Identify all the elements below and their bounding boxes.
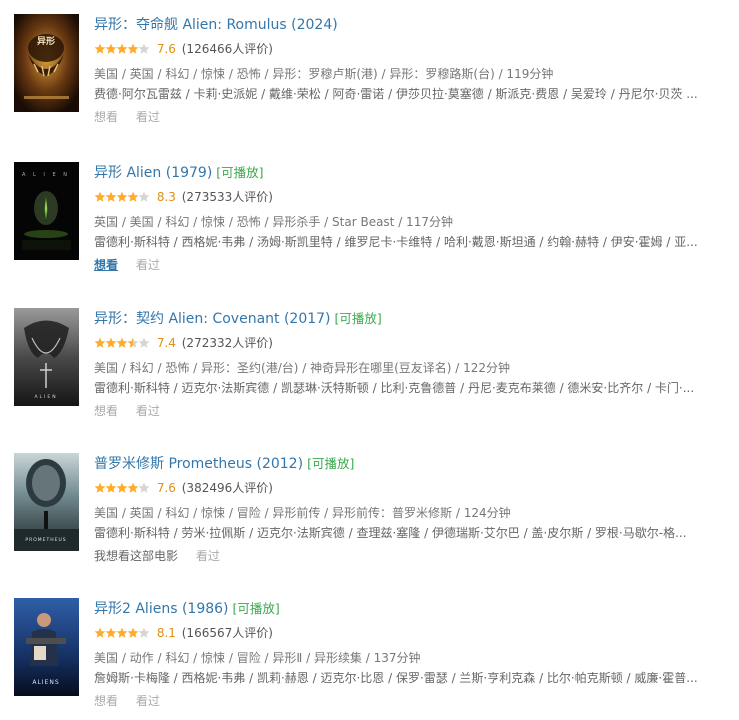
- playable-badge[interactable]: [可播放]: [216, 165, 263, 180]
- movie-meta: 英国 / 美国 / 科幻 / 惊悚 / 恐怖 / 异形杀手 / Star Bea…: [94, 215, 453, 229]
- rating-count: (382496人评价): [181, 481, 273, 495]
- star-icon: [127, 337, 139, 348]
- movie-title[interactable]: 异形：夺命舰 Alien: Romulus (2024): [94, 17, 338, 33]
- watched-button[interactable]: 看过: [136, 110, 160, 124]
- rating: 7.6 (126466人评价): [94, 40, 273, 58]
- star-icon: [127, 43, 139, 54]
- svg-text:PROMETHEUS: PROMETHEUS: [25, 537, 66, 543]
- rating: 7.6 (382496人评价): [94, 479, 273, 497]
- rating-count: (126466人评价): [181, 42, 273, 56]
- rating-score: 7.6: [156, 42, 176, 56]
- rating-stars-icon: [94, 336, 150, 348]
- movie-item-aliens: ALIENS 异形2 Aliens (1986) [可播放] 8.1 (16656…: [14, 598, 734, 718]
- movie-cast: 詹姆斯·卡梅隆 / 西格妮·韦弗 / 凯莉·赫恩 / 迈克尔·比恩 / 保罗·雷…: [94, 671, 698, 685]
- movie-cast: 雷德利·斯科特 / 劳米·拉佩斯 / 迈克尔·法斯宾德 / 查理兹·塞隆 / 伊…: [94, 526, 687, 540]
- rating-stars-icon: [94, 626, 150, 638]
- star-icon: [116, 627, 128, 638]
- rating-stars-icon: [94, 481, 150, 493]
- star-icon: [138, 627, 150, 638]
- star-icon: [94, 337, 106, 348]
- playable-badge[interactable]: [可播放]: [307, 456, 354, 471]
- want-to-watch-button[interactable]: 想看: [94, 258, 118, 272]
- star-icon: [94, 43, 106, 54]
- poster-alien[interactable]: A L I E N: [14, 162, 79, 260]
- rating-score: 7.4: [156, 336, 176, 350]
- rating-stars-icon: [94, 42, 150, 54]
- star-icon: [94, 627, 106, 638]
- want-to-watch-button[interactable]: 我想看这部电影: [94, 549, 178, 563]
- want-to-watch-button[interactable]: 想看: [94, 694, 118, 708]
- rating: 8.1 (166567人评价): [94, 624, 273, 642]
- watched-button[interactable]: 看过: [196, 549, 220, 563]
- movie-meta: 美国 / 科幻 / 恐怖 / 异形：圣约(港/台) / 神奇异形在哪里(豆友译名…: [94, 361, 511, 375]
- movie-cast: 费德·阿尔瓦雷兹 / 卡莉·史派妮 / 戴维·荣松 / 阿奇·雷诺 / 伊莎贝拉…: [94, 87, 698, 101]
- star-icon: [105, 43, 117, 54]
- playable-badge[interactable]: [可播放]: [233, 601, 280, 616]
- movie-meta: 美国 / 英国 / 科幻 / 惊悚 / 恐怖 / 异形：罗穆卢斯(港) / 异形…: [94, 67, 554, 81]
- star-icon: [105, 627, 117, 638]
- movie-meta: 美国 / 英国 / 科幻 / 惊悚 / 冒险 / 异形前传 / 异形前传：普罗米…: [94, 506, 511, 520]
- movie-title[interactable]: 普罗米修斯 Prometheus (2012): [94, 456, 303, 472]
- playable-badge[interactable]: [可播放]: [335, 311, 382, 326]
- rating-score: 8.3: [156, 190, 176, 204]
- watched-button[interactable]: 看过: [136, 404, 160, 418]
- star-icon: [116, 337, 128, 348]
- movie-item-alien-covenant: ALIEN 异形：契约 Alien: Covenant (2017) [可播放] …: [14, 308, 734, 428]
- star-icon: [94, 482, 106, 493]
- star-icon: [138, 337, 150, 348]
- watched-button[interactable]: 看过: [136, 258, 160, 272]
- star-icon: [127, 191, 139, 202]
- movie-meta: 美国 / 动作 / 科幻 / 惊悚 / 冒险 / 异形Ⅱ / 异形续集 / 13…: [94, 651, 421, 665]
- svg-text:异形: 异形: [37, 35, 55, 47]
- rating-stars-icon: [94, 190, 150, 202]
- rating: 8.3 (273533人评价): [94, 188, 273, 206]
- star-icon: [138, 482, 150, 493]
- movie-item-alien: A L I E N 异形 Alien (1979) [可播放] 8.3 (273…: [14, 162, 734, 282]
- poster-prometheus[interactable]: PROMETHEUS: [14, 453, 79, 551]
- rating-count: (166567人评价): [181, 626, 273, 640]
- star-icon: [116, 43, 128, 54]
- rating-count: (273533人评价): [181, 190, 273, 204]
- svg-text:ALIENS: ALIENS: [32, 679, 59, 686]
- movie-item-prometheus: PROMETHEUS 普罗米修斯 Prometheus (2012) [可播放] …: [14, 453, 734, 573]
- poster-alien-romulus[interactable]: 异形: [14, 14, 79, 112]
- want-to-watch-button[interactable]: 想看: [94, 404, 118, 418]
- star-icon: [105, 191, 117, 202]
- star-icon: [116, 191, 128, 202]
- rating-score: 7.6: [156, 481, 176, 495]
- movie-title[interactable]: 异形 Alien (1979): [94, 165, 212, 181]
- movie-cast: 雷德利·斯科特 / 西格妮·韦弗 / 汤姆·斯凯里特 / 维罗尼卡·卡维特 / …: [94, 235, 698, 249]
- svg-text:A L I E N: A L I E N: [22, 172, 70, 178]
- star-icon: [105, 337, 117, 348]
- want-to-watch-button[interactable]: 想看: [94, 110, 118, 124]
- star-icon: [127, 627, 139, 638]
- star-icon: [138, 191, 150, 202]
- rating-score: 8.1: [156, 626, 176, 640]
- movie-cast: 雷德利·斯科特 / 迈克尔·法斯宾德 / 凯瑟琳·沃特斯顿 / 比利·克鲁德普 …: [94, 381, 695, 395]
- poster-alien-covenant[interactable]: ALIEN: [14, 308, 79, 406]
- rating: 7.4 (272332人评价): [94, 334, 273, 352]
- star-icon: [116, 482, 128, 493]
- movie-item-alien-romulus: 异形 异形：夺命舰 Alien: Romulus (2024) 7.6 (126…: [14, 14, 734, 134]
- star-icon: [138, 43, 150, 54]
- movie-title[interactable]: 异形：契约 Alien: Covenant (2017): [94, 311, 331, 327]
- svg-text:ALIEN: ALIEN: [34, 394, 57, 400]
- star-icon: [127, 482, 139, 493]
- star-icon: [94, 191, 106, 202]
- movie-title[interactable]: 异形2 Aliens (1986): [94, 601, 229, 617]
- poster-aliens[interactable]: ALIENS: [14, 598, 79, 696]
- watched-button[interactable]: 看过: [136, 694, 160, 708]
- star-icon: [105, 482, 117, 493]
- rating-count: (272332人评价): [181, 336, 273, 350]
